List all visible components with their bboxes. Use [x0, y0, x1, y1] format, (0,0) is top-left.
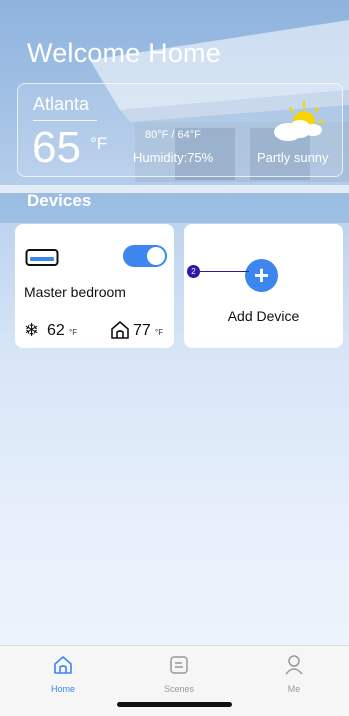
- add-device-card[interactable]: + Add Device: [184, 224, 343, 348]
- weather-high-low: 80°F / 64°F: [145, 129, 201, 141]
- city-divider: [33, 120, 97, 121]
- weather-card: Atlanta 65 °F 80°F / 64°F Humidity:75% P…: [17, 83, 343, 177]
- annotation-pointer-line: [200, 271, 249, 272]
- snowflake-icon: ❄: [24, 320, 40, 340]
- device-card-master-bedroom[interactable]: Master bedroom ❄ 62 °F 77 °F: [15, 224, 174, 348]
- home-indicator[interactable]: [117, 702, 232, 707]
- device-power-toggle[interactable]: [123, 245, 167, 267]
- tab-scenes[interactable]: Scenes: [149, 654, 209, 694]
- set-temperature: 62: [47, 322, 65, 339]
- tab-home[interactable]: Home: [33, 654, 93, 694]
- tab-me[interactable]: Me: [264, 654, 324, 694]
- set-temperature-unit: °F: [69, 328, 78, 337]
- tab-home-label: Home: [50, 684, 75, 694]
- scenes-icon: [170, 656, 188, 674]
- device-room-name: Master bedroom: [24, 284, 126, 300]
- tab-scenes-label: Scenes: [163, 684, 195, 694]
- indoor-home-icon: [111, 321, 129, 339]
- plus-icon[interactable]: +: [245, 259, 278, 292]
- devices-section-title: Devices: [27, 191, 92, 210]
- air-conditioner-icon: [25, 249, 59, 266]
- weather-condition: Partly sunny: [257, 150, 329, 165]
- profile-icon: [285, 655, 303, 675]
- current-temperature-unit: °F: [155, 328, 164, 337]
- home-icon: [54, 656, 72, 674]
- partly-sunny-icon: [274, 101, 325, 141]
- toggle-knob: [147, 247, 165, 265]
- weather-city: Atlanta: [33, 94, 90, 114]
- tab-me-label: Me: [287, 684, 301, 694]
- weather-humidity: Humidity:75%: [133, 150, 214, 165]
- annotation-badge: 2: [187, 265, 200, 278]
- page-title: Welcome Home: [27, 38, 221, 68]
- add-device-label: Add Device: [227, 308, 300, 324]
- weather-temperature: 65: [32, 123, 81, 172]
- current-temperature: 77: [133, 322, 151, 339]
- weather-unit: °F: [90, 134, 108, 153]
